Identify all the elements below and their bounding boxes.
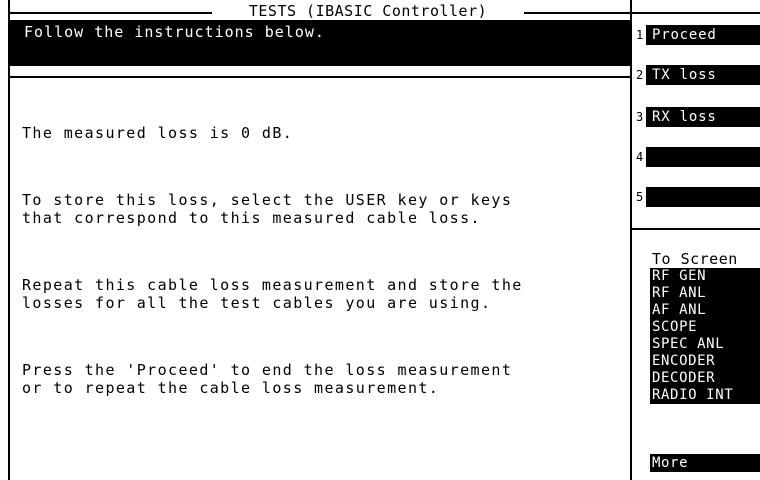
screen-item-decoder[interactable]: DECODER	[650, 370, 760, 387]
to-screen-label: To Screen	[652, 250, 738, 268]
softkey-2-number: 2	[636, 68, 644, 82]
screen-item-spec-anl[interactable]: SPEC ANL	[650, 336, 760, 353]
screen-item-radio-int[interactable]: RADIO INT	[650, 387, 760, 404]
softkey-3-number: 3	[636, 110, 644, 124]
to-screen-list: RF GEN RF ANL AF ANL SCOPE SPEC ANL ENCO…	[650, 268, 760, 404]
section-divider	[10, 76, 630, 78]
softkey-5-button[interactable]	[646, 187, 760, 207]
tx-loss-button[interactable]: TX loss	[646, 65, 760, 85]
softkey-5-number: 5	[636, 190, 644, 204]
panel-rule-middle	[632, 228, 760, 230]
title-rule-right	[524, 12, 632, 14]
screen-item-af-anl[interactable]: AF ANL	[650, 302, 760, 319]
store-loss-text: To store this loss, select the USER key …	[22, 191, 513, 227]
softkey-1-number: 1	[636, 28, 644, 42]
screen-item-encoder[interactable]: ENCODER	[650, 353, 760, 370]
softkey-5[interactable]: 5	[636, 186, 760, 208]
proceed-button[interactable]: Proceed	[646, 25, 760, 45]
panel-rule-top	[632, 12, 760, 14]
softkey-4-button[interactable]	[646, 147, 760, 167]
softkey-4[interactable]: 4	[636, 146, 760, 168]
softkey-1[interactable]: 1 Proceed	[636, 24, 760, 46]
screen-title: TESTS (IBASIC Controller)	[248, 2, 488, 20]
screen-item-rf-gen[interactable]: RF GEN	[650, 268, 760, 285]
screen-item-scope[interactable]: SCOPE	[650, 319, 760, 336]
rx-loss-button[interactable]: RX loss	[646, 107, 760, 127]
instruction-bar: Follow the instructions below.	[10, 20, 630, 66]
more-button[interactable]: More	[650, 454, 760, 472]
repeat-measurement-text: Repeat this cable loss measurement and s…	[22, 276, 523, 312]
softkey-3[interactable]: 3 RX loss	[636, 106, 760, 128]
proceed-instruction-text: Press the 'Proceed' to end the loss meas…	[22, 361, 513, 397]
message-area: The measured loss is 0 dB. To store this…	[22, 88, 622, 428]
softkey-2[interactable]: 2 TX loss	[636, 64, 760, 86]
title-rule-left	[8, 12, 212, 14]
measured-loss-text: The measured loss is 0 dB.	[22, 124, 294, 142]
screen-item-rf-anl[interactable]: RF ANL	[650, 285, 760, 302]
softkey-4-number: 4	[636, 150, 644, 164]
